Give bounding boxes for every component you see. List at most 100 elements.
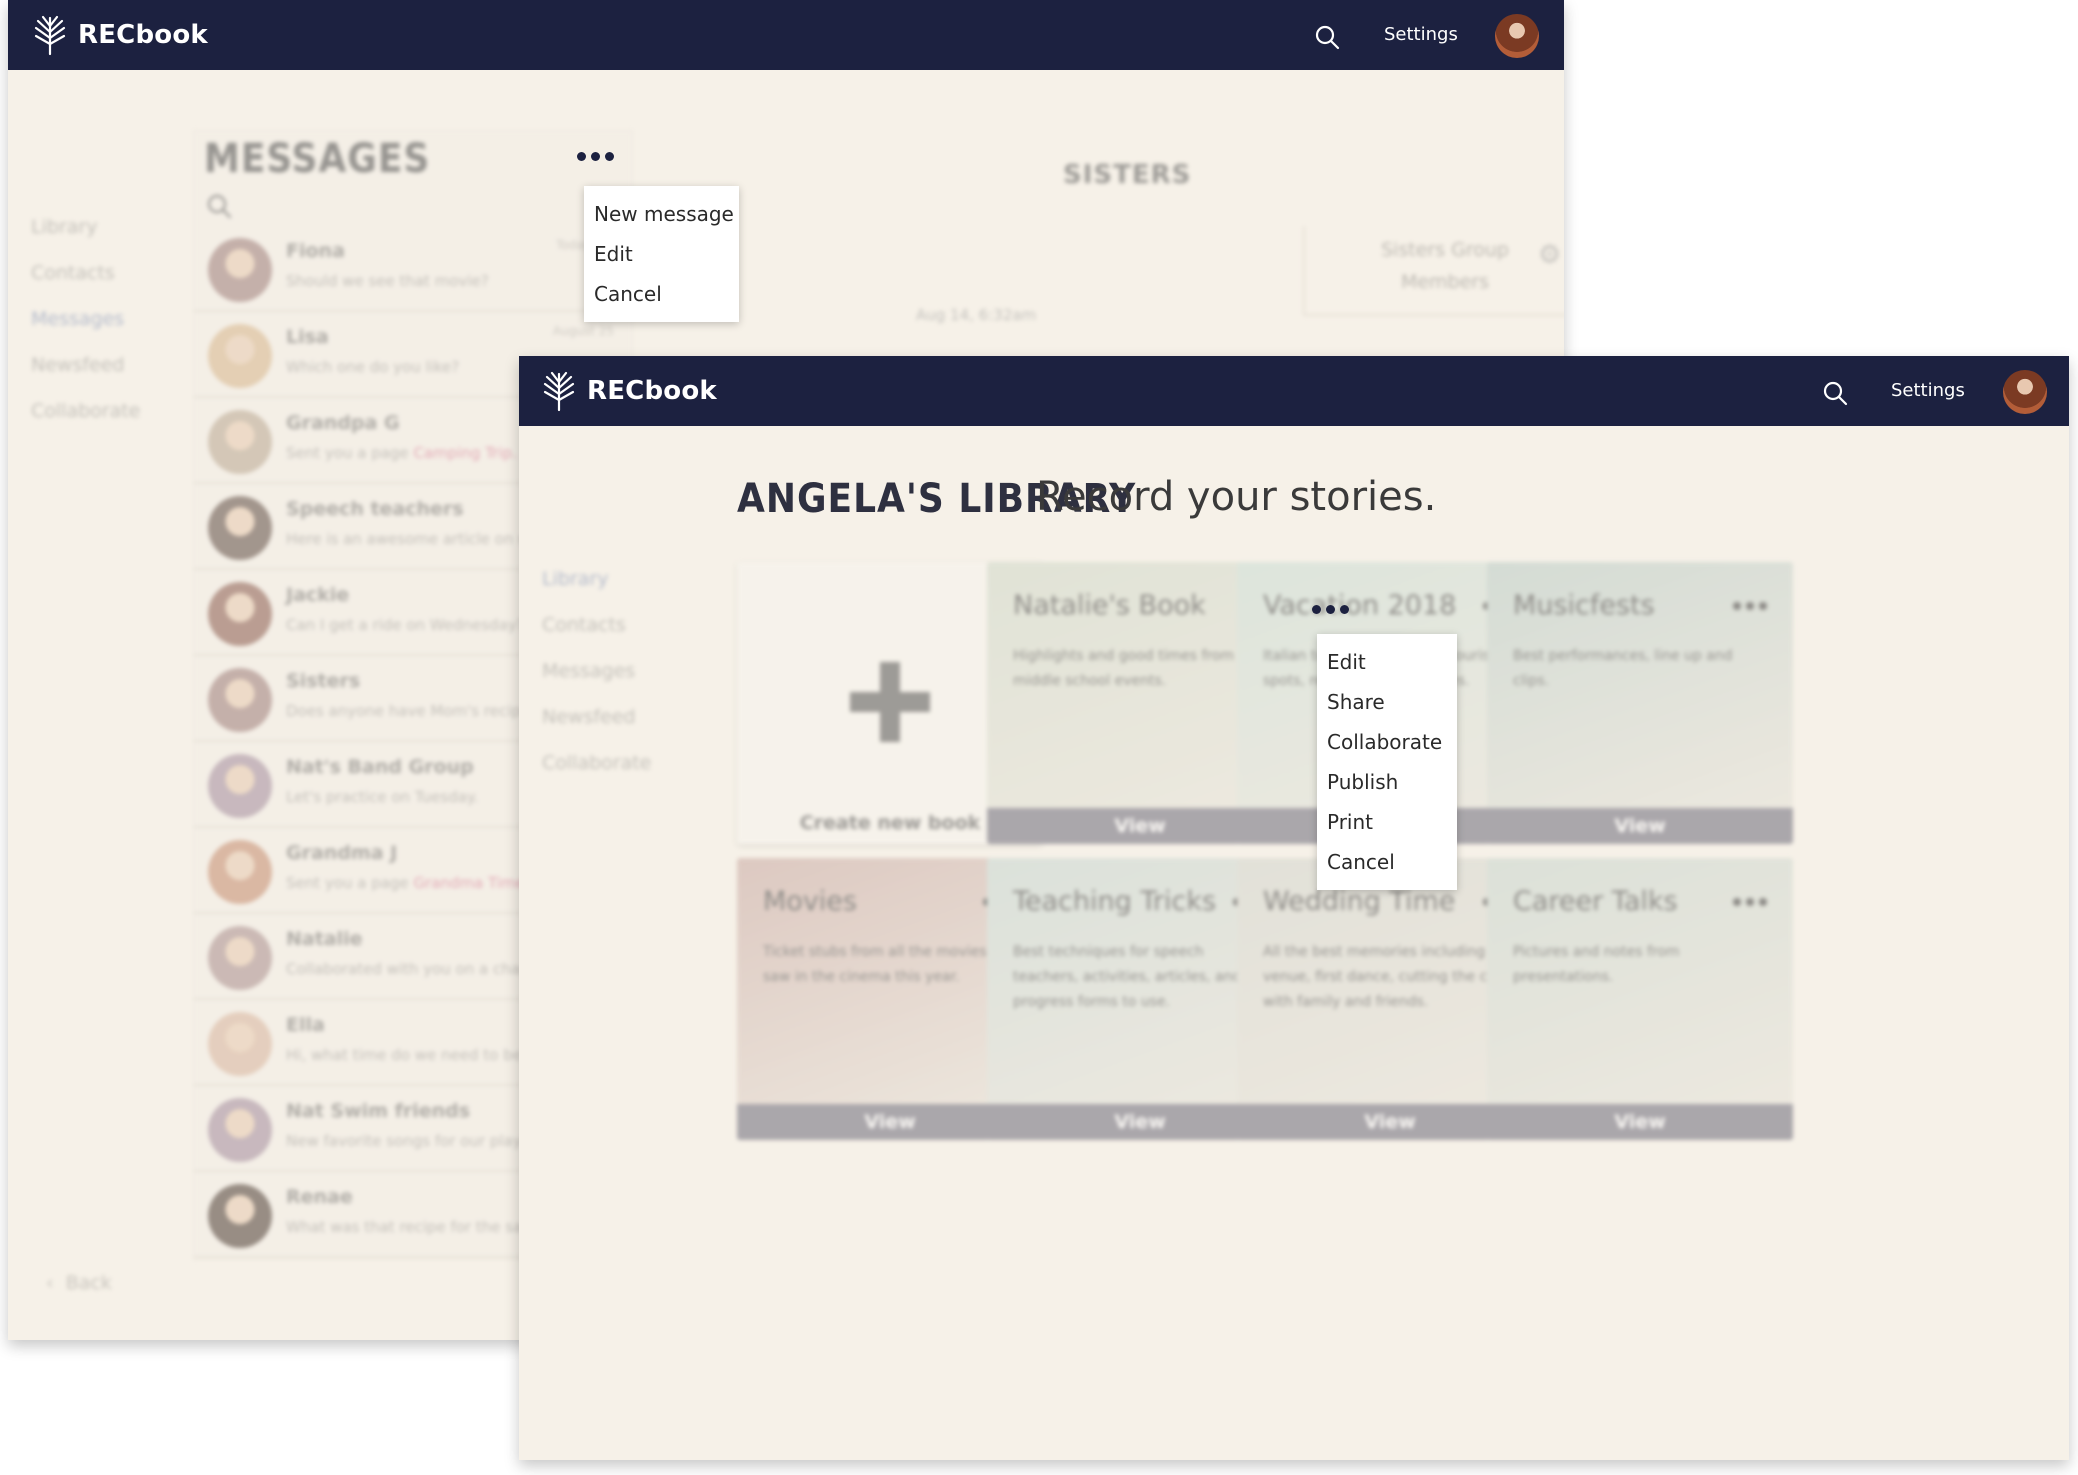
back-label: Back (65, 1272, 112, 1294)
left-nav: Library Contacts Messages Newsfeed Colla… (542, 556, 651, 786)
group-members-box[interactable]: Sisters Group Members ⚙ (1303, 226, 1564, 316)
book-title: Teaching Tricks (1013, 886, 1217, 917)
book-description: Best performances, line up and clips. (1513, 648, 1733, 689)
avatar (208, 410, 272, 474)
view-button[interactable]: View (1487, 1104, 1793, 1140)
book-more-icon[interactable] (1312, 605, 1349, 614)
menu-item-publish[interactable]: Publish (1327, 762, 1447, 802)
nav-collaborate[interactable]: Collaborate (542, 740, 651, 786)
conversation-preview: Which one do you like? (286, 358, 459, 376)
book-card[interactable]: Musicfests Best performances, line up and… (1487, 562, 1793, 844)
avatar (208, 582, 272, 646)
conversation-name: Renae (286, 1186, 353, 1208)
preview-text: Should we see that movie? (286, 272, 489, 290)
book-title: Musicfests (1513, 590, 1655, 621)
conversation-preview: Let's practice on Tuesday. (286, 788, 478, 806)
nav-messages[interactable]: Messages (31, 296, 140, 342)
menu-item-cancel[interactable]: Cancel (594, 274, 729, 314)
book-title: Wedding Time (1263, 886, 1456, 917)
preview-text: Collaborated with you on a chapt (286, 960, 536, 978)
back-link[interactable]: ‹ Back (46, 1272, 112, 1294)
avatar (208, 668, 272, 732)
menu-item-share[interactable]: Share (1327, 682, 1447, 722)
conversation-name: Natalie (286, 928, 363, 950)
library-faded-content: Library Contacts Messages Newsfeed Colla… (519, 356, 2069, 1460)
chat-date: Aug 14, 6:32am (916, 306, 1037, 324)
book-description: Pictures and notes from presentations. (1513, 944, 1680, 985)
conversation-preview: What was that recipe for the salm (286, 1218, 541, 1236)
preview-text: Does anyone have Mom's recipe (286, 702, 531, 720)
nav-messages[interactable]: Messages (542, 648, 651, 694)
conversation-preview: Collaborated with you on a chapt (286, 960, 535, 978)
menu-item-cancel[interactable]: Cancel (1327, 842, 1447, 882)
book-title: Natalie's Book (1013, 590, 1206, 621)
messages-more-icon[interactable] (577, 152, 614, 161)
avatar (208, 238, 272, 302)
nav-contacts[interactable]: Contacts (31, 250, 140, 296)
preview-text: Hi, what time do we need to be th (286, 1046, 542, 1064)
book-description: Best techniques for speech teachers, act… (1013, 944, 1242, 1010)
conversation-name: Speech teachers (286, 498, 464, 520)
preview-link: Camping Trip. (413, 444, 517, 462)
preview-text: Which one do you like? (286, 358, 460, 376)
avatar (208, 1098, 272, 1162)
nav-collaborate[interactable]: Collaborate (31, 388, 140, 434)
messages-menu: New message Edit Cancel (584, 186, 739, 322)
conversation-preview: Does anyone have Mom's recipe (286, 702, 530, 720)
book-card[interactable]: Career Talks Pictures and notes from pres… (1487, 858, 1793, 1140)
preview-link: Grandma Time. (413, 874, 530, 892)
preview-text: What was that recipe for the salm (286, 1218, 542, 1236)
book-description: All the best memories including venue, f… (1263, 944, 1513, 1010)
conversation-preview: Can I get a ride on Wednesday? (286, 616, 525, 634)
avatar (208, 1184, 272, 1248)
conversation-name: Grandpa G (286, 412, 400, 434)
preview-text: Can I get a ride on Wednesday? (286, 616, 525, 634)
avatar (208, 1012, 272, 1076)
nav-newsfeed[interactable]: Newsfeed (31, 342, 140, 388)
left-nav: Library Contacts Messages Newsfeed Colla… (31, 204, 140, 434)
conversation-preview: Here is an awesome article on r s (286, 530, 537, 548)
book-menu: Edit Share Collaborate Publish Print Cancel (1317, 634, 1457, 890)
menu-item-new-message[interactable]: New message (594, 194, 734, 234)
menu-item-edit[interactable]: Edit (594, 234, 729, 274)
book-title: Vacation 2018 (1263, 590, 1457, 621)
nav-contacts[interactable]: Contacts (542, 602, 651, 648)
plus-icon (850, 662, 930, 742)
avatar (208, 754, 272, 818)
menu-item-collaborate[interactable]: Collaborate (1327, 722, 1447, 762)
messages-title: MESSAGES (204, 136, 431, 182)
conversation-name: Fiona (286, 240, 345, 262)
book-description: Ticket stubs from all the movies I saw i… (763, 944, 996, 985)
conversation-name: Jackie (286, 584, 350, 606)
preview-text: Sent you a page (286, 874, 414, 892)
group-members-label: Sisters Group Members (1381, 239, 1509, 293)
conversation-name: Nat's Band Group (286, 756, 474, 778)
preview-text: Sent you a page (286, 444, 414, 462)
menu-item-edit[interactable]: Edit (1327, 642, 1447, 682)
view-button[interactable]: View (1487, 808, 1793, 844)
conversation-name: Sisters (286, 670, 361, 692)
book-more-icon[interactable] (1733, 602, 1767, 610)
nav-library[interactable]: Library (31, 204, 140, 250)
menu-item-print[interactable]: Print (1327, 802, 1447, 842)
conversation-name: Ella (286, 1014, 325, 1036)
conversation-preview: Sent you a page Camping Trip. (286, 444, 517, 462)
conversation-name: Nat Swim friends (286, 1100, 471, 1122)
conversation-preview: Sent you a page Grandma Time. (286, 874, 530, 892)
conversation-preview: Hi, what time do we need to be th (286, 1046, 542, 1064)
nav-library[interactable]: Library (542, 556, 651, 602)
conversation-row[interactable]: FionaShould we see that movie?Today 1:2 (194, 226, 634, 312)
preview-text: New favorite songs for our playlis (286, 1132, 538, 1150)
book-title: Career Talks (1513, 886, 1678, 917)
search-icon[interactable] (206, 193, 232, 223)
nav-newsfeed[interactable]: Newsfeed (542, 694, 651, 740)
book-more-icon[interactable] (1733, 898, 1767, 906)
conversation-date: August 25 (552, 324, 614, 338)
preview-text: Here is an awesome article on r s (286, 530, 537, 548)
avatar (208, 840, 272, 904)
book-title: Movies (763, 886, 857, 917)
book-description: Highlights and good times from middle sc… (1013, 648, 1235, 689)
conversation-preview: New favorite songs for our playlis (286, 1132, 538, 1150)
gear-icon[interactable]: ⚙ (1538, 240, 1561, 270)
chat-title: SISTERS (1063, 160, 1192, 190)
